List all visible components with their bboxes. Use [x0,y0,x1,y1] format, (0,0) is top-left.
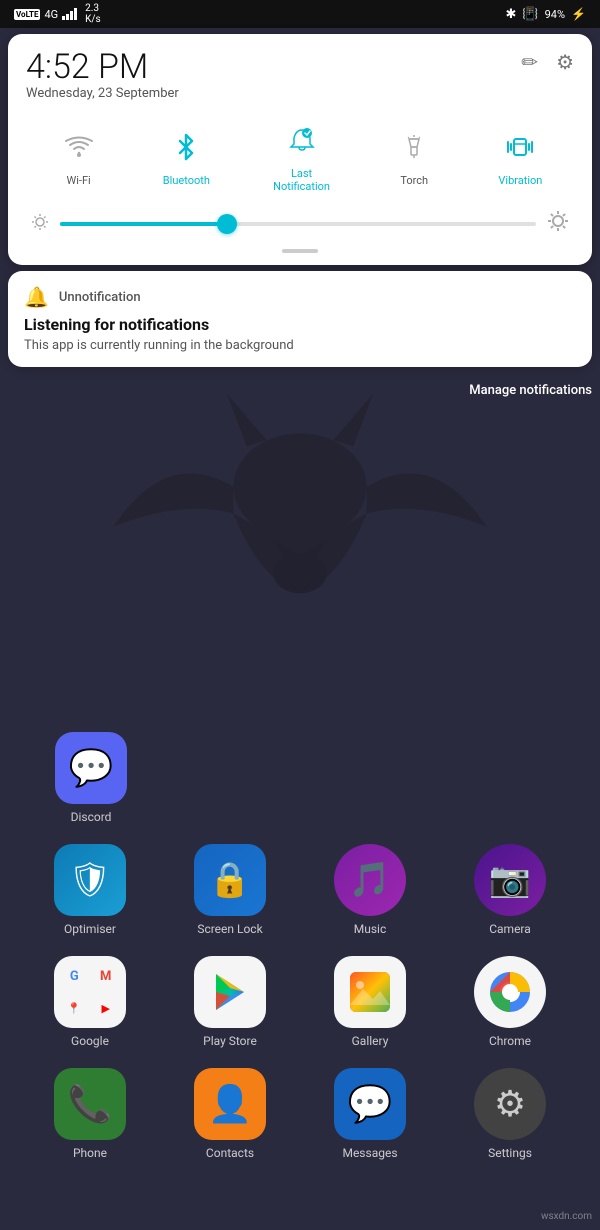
apps-area: 💬 Discord 🛡 Optimiser 🔒 Screen Lock 🎵 Mu… [0,472,600,1180]
brightness-thumb[interactable] [217,214,237,234]
app-label-discord: Discord [71,810,112,824]
toggle-torch[interactable]: Torch [393,126,435,187]
app-label-google: Google [71,1034,109,1048]
status-left: VoLTE 4G 2.3K/s [14,3,101,25]
app-item-contacts[interactable]: 👤 Contacts [175,1068,285,1160]
volte-badge: VoLTE [14,9,40,20]
app-label-music: Music [354,922,386,936]
drag-handle [282,249,318,253]
quick-toggle-row: Wi-Fi Bluetooth [26,119,574,193]
app-label-camera: Camera [489,922,531,936]
bluetooth-label: Bluetooth [163,174,210,187]
torch-label: Torch [400,174,428,187]
manage-notifications-label[interactable]: Manage notifications [469,383,592,398]
vibration-status-icon: 📳 [522,7,538,22]
brightness-row [26,209,574,239]
panel-action-icons: ✏ ⚙ [521,50,574,74]
signal-bars [62,8,77,20]
app-label-screenlock: Screen Lock [197,922,262,936]
notif-title: Listening for notifications [24,315,576,334]
current-time: 4:52 PM [26,50,179,84]
status-right: ✱ 📳 94% ⚡ [506,7,586,22]
network-type: 4G [44,8,58,21]
bluetooth-status-icon: ✱ [506,7,517,22]
status-bar: VoLTE 4G 2.3K/s ✱ 📳 94% ⚡ [0,0,600,28]
app-label-optimiser: Optimiser [64,922,116,936]
app-item-phone[interactable]: 📞 Phone [35,1068,145,1160]
app-row-4: 📞 Phone 👤 Contacts 💬 Messages ⚙ Settings [20,1068,580,1160]
bluetooth-icon [165,126,207,168]
app-item-playstore[interactable]: Play Store [175,956,285,1048]
app-label-contacts: Contacts [206,1146,254,1160]
app-item-camera[interactable]: 📷 Camera [455,844,565,936]
time-block: 4:52 PM Wednesday, 23 September [26,50,179,101]
brightness-high-icon [546,209,570,239]
app-label-messages: Messages [342,1146,397,1160]
app-item-screenlock[interactable]: 🔒 Screen Lock [175,844,285,936]
toggle-wifi[interactable]: Wi-Fi [58,126,100,187]
battery-charging-icon: ⚡ [571,7,586,21]
notif-app-icon: 🔔 [24,285,49,309]
notif-app-name: Unnotification [59,290,141,305]
notif-body: This app is currently running in the bac… [24,338,576,353]
wifi-label: Wi-Fi [66,174,90,187]
toggle-bluetooth[interactable]: Bluetooth [163,126,210,187]
notif-header: 🔔 Unnotification [24,285,576,309]
toggle-vibration[interactable]: Vibration [498,126,542,187]
notification-icon [281,119,323,161]
current-date: Wednesday, 23 September [26,86,179,101]
app-item-settings[interactable]: ⚙ Settings [455,1068,565,1160]
app-item-discord[interactable]: 💬 Discord [36,732,146,824]
brightness-low-icon [30,212,50,237]
app-label-chrome: Chrome [489,1034,531,1048]
vibration-label: Vibration [498,174,542,187]
vibration-icon [499,126,541,168]
app-label-playstore: Play Store [203,1034,257,1048]
brightness-slider[interactable] [60,222,536,226]
overlay-content: VoLTE 4G 2.3K/s ✱ 📳 94% ⚡ 4:52 PM Wednes… [0,0,600,398]
battery-level: 94% [545,8,565,21]
settings-button[interactable]: ⚙ [556,50,574,74]
app-row-2: 🛡 Optimiser 🔒 Screen Lock 🎵 Music 📷 Came… [20,844,580,936]
toggle-last-notification[interactable]: LastNotification [273,119,330,193]
torch-icon [393,126,435,168]
app-row-3: G M 📍 ▶ Google [20,956,580,1048]
panel-header: 4:52 PM Wednesday, 23 September ✏ ⚙ [26,50,574,101]
app-item-music[interactable]: 🎵 Music [315,844,425,936]
last-notification-label: LastNotification [273,167,330,193]
brightness-fill [60,222,227,226]
app-item-optimiser[interactable]: 🛡 Optimiser [35,844,145,936]
app-label-gallery: Gallery [352,1034,389,1048]
app-row-1: 💬 Discord [20,732,580,824]
network-speed: 2.3K/s [85,3,101,25]
app-item-gallery[interactable]: Gallery [315,956,425,1048]
app-label-phone: Phone [73,1146,107,1160]
edit-button[interactable]: ✏ [521,50,538,74]
app-label-settings: Settings [488,1146,532,1160]
app-item-chrome[interactable]: Chrome [455,956,565,1048]
notification-card: 🔔 Unnotification Listening for notificat… [8,271,592,367]
wifi-icon [58,126,100,168]
manage-notifications-area[interactable]: Manage notifications [0,373,600,398]
quick-settings-panel: 4:52 PM Wednesday, 23 September ✏ ⚙ [8,34,592,265]
app-item-messages[interactable]: 💬 Messages [315,1068,425,1160]
app-item-google[interactable]: G M 📍 ▶ Google [35,956,145,1048]
watermark: wsxdn.com [541,1211,592,1222]
